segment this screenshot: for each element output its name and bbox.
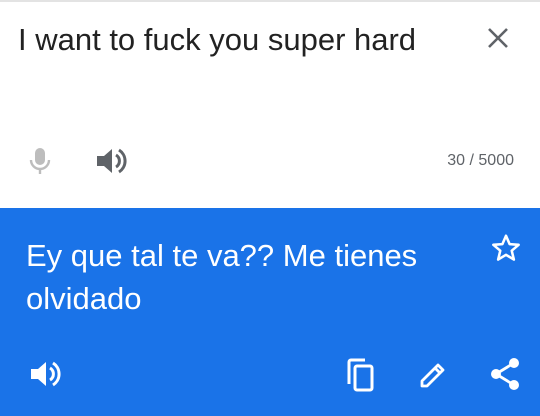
character-count: 30 / 5000 <box>447 152 514 169</box>
share-icon <box>491 358 519 390</box>
speaker-icon <box>31 361 61 387</box>
source-text-input[interactable]: I want to fuck you super hard <box>18 20 438 60</box>
edit-translation-button[interactable] <box>416 358 450 392</box>
translation-panel: Ey que tal te va?? Me tienes olvidado <box>0 208 540 416</box>
speaker-icon <box>97 148 127 174</box>
microphone-button[interactable] <box>24 145 56 177</box>
close-icon <box>488 28 508 48</box>
clear-button[interactable] <box>480 20 516 56</box>
star-icon <box>492 234 520 261</box>
copy-icon <box>347 358 374 392</box>
listen-source-button[interactable] <box>94 145 130 177</box>
save-translation-button[interactable] <box>490 232 522 264</box>
source-panel: I want to fuck you super hard 30 / 5000 <box>0 2 540 208</box>
pencil-icon <box>420 363 445 388</box>
share-translation-button[interactable] <box>488 356 522 392</box>
translated-text: Ey que tal te va?? Me tienes olvidado <box>26 238 418 316</box>
listen-translation-button[interactable] <box>28 358 64 390</box>
copy-translation-button[interactable] <box>344 356 378 394</box>
microphone-icon <box>29 148 51 174</box>
